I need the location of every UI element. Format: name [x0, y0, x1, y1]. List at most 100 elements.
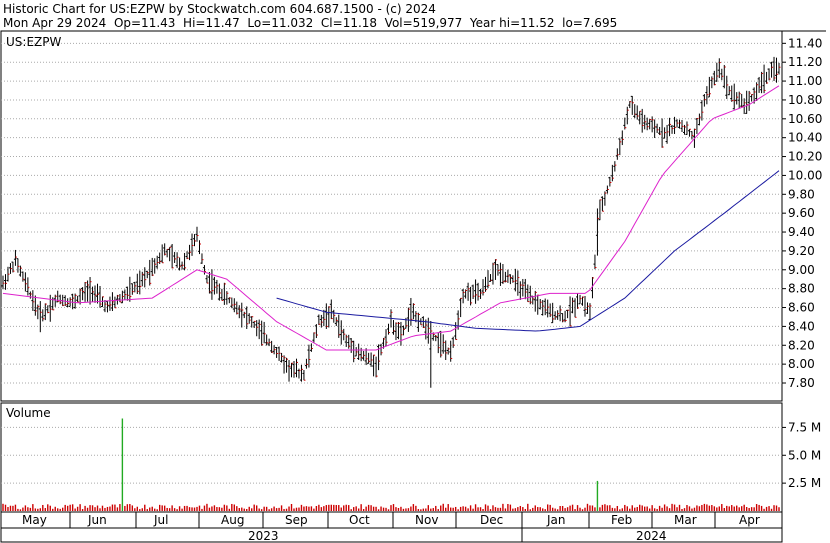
price-bar	[98, 286, 102, 308]
price-bar	[630, 95, 634, 115]
volume-panel-frame	[0, 402, 783, 513]
price-bar	[732, 83, 736, 110]
price-bar	[533, 290, 537, 312]
price-bar	[364, 348, 368, 366]
price-bar	[720, 68, 724, 81]
price-bar	[777, 62, 781, 75]
price-bar	[18, 265, 22, 277]
price-bar	[491, 262, 495, 285]
price-bar	[140, 271, 144, 287]
price-bar	[96, 283, 100, 304]
price-tick-label: 10.40	[788, 131, 822, 145]
price-bar	[548, 303, 552, 318]
price-bar	[730, 85, 734, 102]
price-bar	[222, 282, 226, 305]
price-bar	[469, 286, 473, 306]
price-bar	[650, 116, 654, 133]
price-bar	[546, 299, 550, 318]
price-bar	[173, 251, 177, 264]
price-bar	[513, 268, 517, 292]
price-bar	[628, 101, 632, 109]
price-bar	[635, 105, 639, 120]
volume-y-axis: 2.5 M 5.0 M 7.5 M	[782, 420, 821, 490]
price-bar	[605, 185, 609, 194]
stock-chart: 7.80 8.00 8.20 8.40 8.60 8.80 9.00 9.20 9.40 9.60…	[0, 30, 826, 543]
price-bar	[250, 316, 254, 328]
price-bar	[384, 329, 388, 347]
price-bar	[262, 321, 266, 344]
price-bar	[16, 258, 20, 273]
price-bar	[451, 336, 455, 348]
price-bar	[255, 320, 259, 337]
price-bar	[660, 118, 664, 148]
price-bar	[449, 340, 453, 362]
price-bar	[53, 294, 57, 307]
price-bar	[446, 347, 450, 355]
price-bar	[476, 282, 480, 301]
volume-tick-label: 7.5 M	[788, 420, 821, 434]
price-bar	[762, 64, 766, 94]
price-bar	[675, 119, 679, 128]
price-bar	[503, 271, 507, 283]
price-bar	[93, 285, 97, 303]
price-bar	[332, 309, 336, 323]
price-bar	[717, 58, 721, 79]
price-bar	[352, 340, 356, 363]
price-bar	[484, 276, 488, 292]
price-bar	[436, 332, 440, 354]
volume-tick-label: 5.0 M	[788, 448, 821, 462]
price-bar	[556, 310, 560, 320]
price-bar	[8, 263, 12, 274]
price-tick-label: 8.40	[788, 319, 815, 333]
price-bar	[193, 234, 197, 247]
price-bar	[697, 113, 701, 126]
price-bar	[58, 294, 62, 305]
price-bar	[309, 343, 313, 352]
price-bar	[665, 124, 669, 144]
price-bar	[362, 350, 366, 361]
price-bar	[623, 117, 627, 130]
price-bar	[46, 305, 50, 314]
month-label: Mar	[674, 513, 697, 527]
price-bar	[319, 314, 323, 328]
price-bar	[6, 266, 10, 282]
price-bar	[775, 57, 779, 83]
price-bar	[135, 273, 139, 295]
price-tick-label: 11.40	[788, 36, 822, 50]
price-bar	[521, 278, 525, 297]
price-bar	[3, 274, 7, 290]
price-tick-label: 9.60	[788, 206, 815, 220]
price-bar	[11, 261, 15, 273]
price-bar	[272, 345, 276, 355]
price-bar	[770, 61, 774, 78]
month-label: Jun	[87, 513, 107, 527]
price-bar	[369, 352, 373, 367]
price-bar	[43, 303, 47, 321]
price-bar	[257, 319, 261, 340]
price-bar	[695, 117, 699, 134]
price-bar	[454, 322, 458, 340]
price-tick-label: 9.00	[788, 263, 815, 277]
price-bar	[471, 284, 475, 300]
price-bar	[115, 294, 119, 305]
price-bar	[585, 302, 589, 314]
price-bar	[227, 297, 231, 304]
price-tick-label: 10.60	[788, 112, 822, 126]
month-label: Aug	[221, 513, 244, 527]
price-bar	[163, 243, 167, 256]
price-bar	[765, 71, 769, 84]
volume-tick-label: 2.5 M	[788, 476, 821, 490]
price-bar	[610, 164, 614, 182]
price-bar	[23, 272, 27, 292]
price-tick-label: 11.20	[788, 55, 822, 69]
price-bar	[88, 277, 92, 305]
price-bar	[71, 293, 75, 310]
price-bar	[653, 119, 657, 138]
price-bar	[312, 332, 316, 343]
price-gridlines	[1, 42, 782, 384]
price-bar	[710, 76, 714, 89]
price-bar	[26, 277, 30, 296]
price-bar	[561, 313, 565, 323]
price-tick-label: 8.60	[788, 301, 815, 315]
price-bar	[73, 293, 77, 309]
